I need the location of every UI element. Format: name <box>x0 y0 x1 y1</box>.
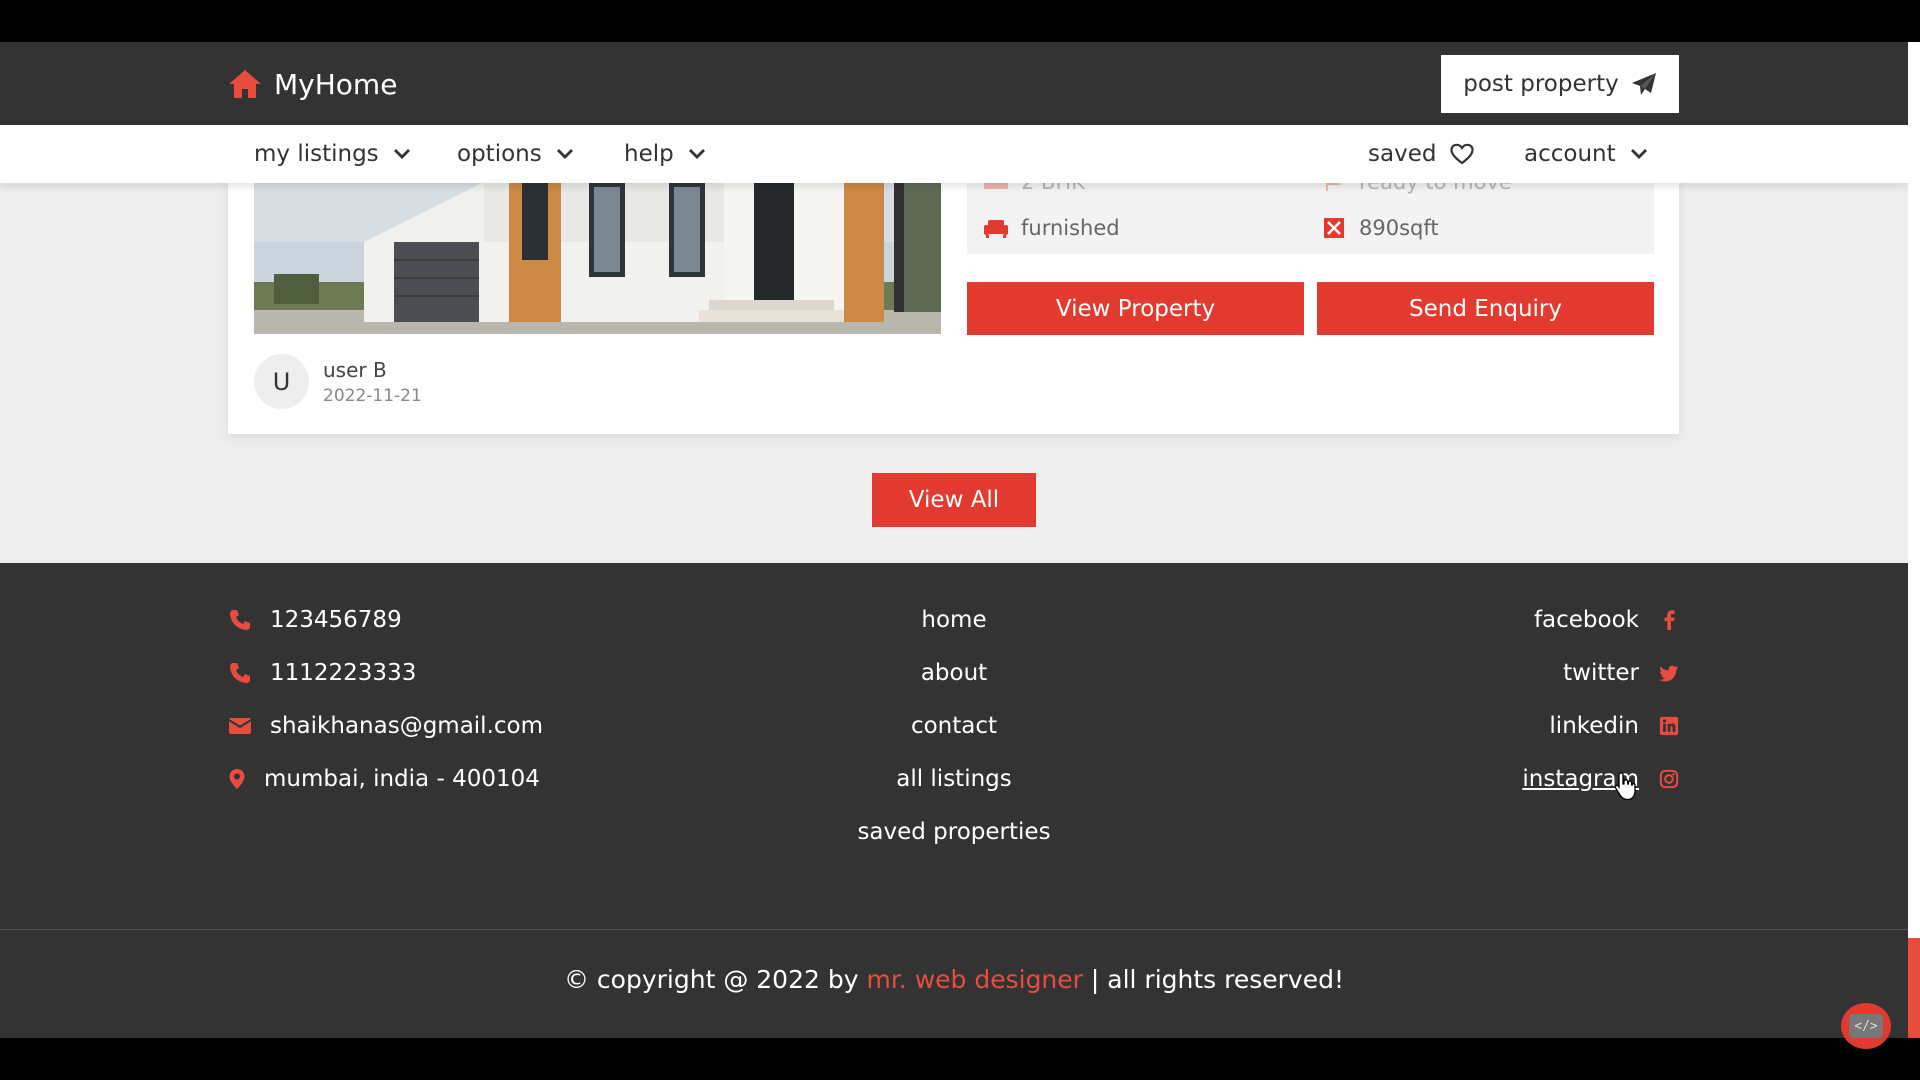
bhk-info: 2 BHK <box>983 182 1085 194</box>
furnishing-value: furnished <box>1021 216 1120 240</box>
bhk-value: 2 BHK <box>1021 182 1086 194</box>
bed-icon <box>984 182 1008 189</box>
main-navbar: my listings options help saved account <box>0 125 1908 183</box>
map-pin-icon <box>229 769 245 789</box>
page-scrollbar[interactable] <box>1908 42 1920 1038</box>
copyright-text: © copyright @ 2022 by mr. web designer |… <box>0 965 1908 994</box>
nav-options-label: options <box>457 141 542 167</box>
listing-date: 2022-11-21 <box>323 386 422 406</box>
view-all-button[interactable]: View All <box>872 473 1036 527</box>
phone-2-text: 1112223333 <box>270 660 417 686</box>
footer-link-all-listings[interactable]: all listings <box>754 766 1154 792</box>
home-icon <box>229 70 261 98</box>
view-property-button[interactable]: View Property <box>967 282 1304 335</box>
scrollbar-thumb[interactable] <box>1908 938 1920 1038</box>
flag-icon <box>1326 182 1341 191</box>
paper-plane-icon <box>1631 73 1656 95</box>
contact-phone-2[interactable]: 1112223333 <box>228 660 416 686</box>
screen: 2 BHK ready to move furnished 890sqft Vi… <box>0 0 1920 1080</box>
footer-link-about[interactable]: about <box>754 660 1154 686</box>
social-facebook[interactable]: facebook <box>1534 607 1679 633</box>
nav-my-listings[interactable]: my listings <box>254 125 411 183</box>
user-avatar: U <box>254 354 309 409</box>
hand-cursor-icon <box>1614 772 1636 801</box>
brand-logo[interactable]: MyHome <box>228 67 398 101</box>
envelope-icon <box>228 718 252 734</box>
location-text: mumbai, india - 400104 <box>264 766 540 792</box>
phone-icon <box>230 610 250 630</box>
copyright-suffix: | all rights reserved! <box>1090 965 1344 994</box>
instagram-icon <box>1659 769 1679 789</box>
nav-my-listings-label: my listings <box>254 141 379 167</box>
user-name: user B <box>323 358 387 382</box>
nav-help[interactable]: help <box>624 125 706 183</box>
phone-icon <box>230 663 250 683</box>
couch-icon <box>984 220 1008 238</box>
property-details: 2 BHK ready to move furnished 890sqft <box>967 182 1654 254</box>
expand-icon <box>1324 218 1344 238</box>
linkedin-icon <box>1659 716 1679 736</box>
nav-account-label: account <box>1524 141 1616 167</box>
area-info: 890sqft <box>1321 216 1439 240</box>
social-twitter[interactable]: twitter <box>1563 660 1679 686</box>
chevron-down-icon <box>688 149 705 159</box>
linkedin-label: linkedin <box>1549 713 1639 739</box>
footer-link-home[interactable]: home <box>754 607 1154 633</box>
brand-name: MyHome <box>274 67 398 101</box>
status-info: ready to move <box>1321 182 1512 194</box>
footer-link-contact[interactable]: contact <box>754 713 1154 739</box>
chevron-down-icon <box>1630 149 1647 159</box>
nav-saved-label: saved <box>1368 141 1437 167</box>
phone-1-text: 123456789 <box>270 607 402 633</box>
facebook-label: facebook <box>1533 607 1639 633</box>
email-text: shaikhanas@gmail.com <box>270 713 544 739</box>
site-header: MyHome post property <box>0 42 1908 125</box>
contact-location[interactable]: mumbai, india - 400104 <box>228 766 540 792</box>
send-enquiry-button[interactable]: Send Enquiry <box>1317 282 1654 335</box>
nav-options[interactable]: options <box>457 125 574 183</box>
copyright-author-link[interactable]: mr. web designer <box>866 965 1082 994</box>
property-photo[interactable] <box>254 182 941 334</box>
nav-saved[interactable]: saved <box>1368 125 1475 183</box>
twitter-label: twitter <box>1563 660 1639 686</box>
facebook-icon <box>1664 610 1675 630</box>
social-instagram[interactable]: instagram <box>1522 766 1679 792</box>
footer-divider <box>0 929 1908 930</box>
contact-phone-1[interactable]: 123456789 <box>228 607 402 633</box>
dev-tools-badge[interactable]: </> <box>1841 1003 1891 1049</box>
post-property-label: post property <box>1463 71 1619 97</box>
twitter-icon <box>1659 665 1679 682</box>
nav-account[interactable]: account <box>1524 125 1648 183</box>
code-icon: </> <box>1849 1014 1883 1038</box>
footer-link-saved-properties[interactable]: saved properties <box>754 819 1154 845</box>
heart-icon <box>1450 143 1475 165</box>
area-value: 890sqft <box>1359 216 1439 240</box>
furnishing-info: furnished <box>983 216 1120 240</box>
copyright-prefix: © copyright @ 2022 by <box>563 965 859 994</box>
chevron-down-icon <box>556 149 573 159</box>
social-linkedin[interactable]: linkedin <box>1549 713 1679 739</box>
nav-help-label: help <box>624 141 674 167</box>
web-page: 2 BHK ready to move furnished 890sqft Vi… <box>0 42 1908 1038</box>
contact-email[interactable]: shaikhanas@gmail.com <box>228 713 543 739</box>
post-property-button[interactable]: post property <box>1441 55 1679 113</box>
chevron-down-icon <box>393 149 410 159</box>
status-value: ready to move <box>1359 182 1512 194</box>
